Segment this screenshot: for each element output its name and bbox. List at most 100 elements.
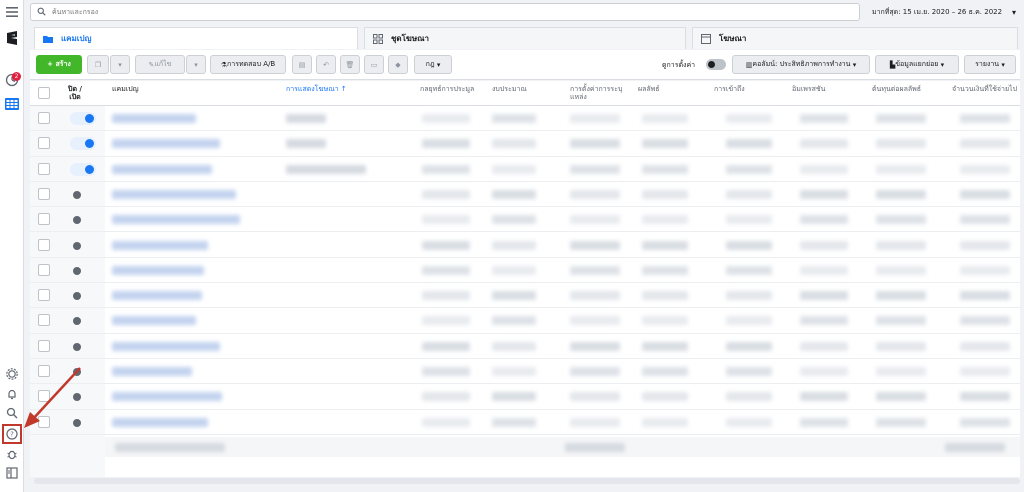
campaign-name-redacted[interactable] <box>112 114 196 123</box>
breakdown-dropdown[interactable]: ▙ ข้อมูลแยกย่อย ▾ <box>875 55 959 74</box>
header-reach[interactable]: การเข้าถึง <box>714 85 745 93</box>
header-budget[interactable]: งบประมาณ <box>492 85 527 93</box>
duplicate-button[interactable]: ❐ <box>87 55 109 74</box>
campaign-name-redacted[interactable] <box>112 240 208 250</box>
search-filter-bar[interactable] <box>30 3 860 21</box>
edit-button[interactable]: ✎ แก้ไข <box>135 55 185 74</box>
row-checkbox[interactable] <box>38 289 50 302</box>
table-row[interactable] <box>30 182 1020 208</box>
header-cost-per-result[interactable]: ต้นทุนต่อผลลัพธ์ <box>872 85 928 93</box>
row-checkbox[interactable] <box>38 137 50 150</box>
panel-icon[interactable] <box>4 465 20 481</box>
row-checkbox[interactable] <box>38 112 50 124</box>
campaign-name-redacted[interactable] <box>112 392 222 402</box>
header-campaign[interactable]: แคมเปญ <box>112 85 139 93</box>
table-row[interactable] <box>30 233 1020 258</box>
date-range-picker[interactable]: มากที่สุด: 15 เม.ย. 2020 – 26 ธ.ค. 2022 … <box>866 3 1020 21</box>
ads-manager-logo-icon[interactable] <box>4 30 20 46</box>
rules-dropdown[interactable]: กฎ ▾ <box>414 55 452 74</box>
row-checkbox[interactable] <box>38 187 50 200</box>
campaign-toggle[interactable] <box>70 162 96 176</box>
row-checkbox[interactable] <box>38 314 50 327</box>
toggle-knob <box>85 139 94 149</box>
header-impressions[interactable]: อิมเพรสชัน <box>792 85 825 93</box>
row-checkbox[interactable] <box>38 390 50 403</box>
campaign-name-redacted[interactable] <box>112 265 204 275</box>
header-attribution-setting[interactable]: การตั้งค่าการระบุแหล่ง <box>570 85 630 101</box>
search-input[interactable] <box>52 8 752 16</box>
chevron-down-icon: ▾ <box>194 60 198 69</box>
search-icon[interactable] <box>4 405 20 421</box>
row-checkbox[interactable] <box>38 238 50 251</box>
header-bid-strategy[interactable]: กลยุทธ์การประมูล <box>420 85 478 93</box>
create-button[interactable]: + สร้าง <box>36 55 82 74</box>
campaign-name-redacted[interactable] <box>112 417 208 427</box>
menu-icon[interactable] <box>4 4 20 20</box>
table-row[interactable] <box>30 410 1020 435</box>
campaign-name-redacted[interactable] <box>112 341 220 351</box>
metric-redacted <box>492 265 536 275</box>
header-results[interactable]: ผลลัพธ์ <box>638 85 660 93</box>
delete-button[interactable]: 🗑 <box>340 55 360 74</box>
rules-label: กฎ <box>425 60 435 68</box>
campaigns-table-icon[interactable] <box>4 96 20 112</box>
table-row[interactable] <box>30 106 1020 132</box>
row-checkbox[interactable] <box>38 415 50 428</box>
duplicate-dropdown-button[interactable]: ▾ <box>110 55 130 74</box>
horizontal-scrollbar[interactable] <box>34 478 1020 484</box>
undo-button[interactable]: ↶ <box>316 55 336 74</box>
metric-redacted <box>876 291 926 301</box>
table-row[interactable] <box>30 384 1020 410</box>
table-row[interactable] <box>30 131 1020 157</box>
header-amount-spent[interactable]: จำนวนเงินที่ใช้จ่ายไป <box>952 85 1018 93</box>
row-checkbox[interactable] <box>38 263 50 276</box>
tab-campaigns[interactable]: แคมเปญ <box>34 27 358 49</box>
metric-redacted <box>800 316 848 326</box>
table-row[interactable] <box>30 283 1020 309</box>
table-row[interactable] <box>30 258 1020 284</box>
campaign-name-redacted[interactable] <box>112 189 236 199</box>
metric-redacted <box>422 316 470 326</box>
tab-ads[interactable]: โฆษณา <box>692 27 1018 49</box>
campaign-toggle[interactable] <box>70 112 96 125</box>
metric-redacted <box>876 367 926 376</box>
campaign-name-redacted[interactable] <box>112 291 202 301</box>
select-all-checkbox[interactable] <box>38 87 50 99</box>
metric-redacted <box>570 114 620 123</box>
campaign-toggle[interactable] <box>70 137 96 151</box>
tag-button[interactable]: ◆ <box>388 55 408 74</box>
metric-redacted <box>642 316 688 326</box>
table-row[interactable] <box>30 207 1020 233</box>
ab-test-button[interactable]: ⚗ การทดสอบ A/B <box>210 55 286 74</box>
table-row[interactable] <box>30 334 1020 359</box>
tab-ad-sets[interactable]: ชุดโฆษณา <box>364 27 686 49</box>
campaign-toolbar: + สร้าง ❐ ▾ ✎ แก้ไข ▾ ⚗ การทดสอบ A/B ▤ ↶… <box>30 50 1020 80</box>
metric-redacted <box>800 240 848 250</box>
reports-dropdown[interactable]: รายงาน ▾ <box>964 55 1016 74</box>
gear-icon[interactable] <box>4 366 20 382</box>
campaign-name-redacted[interactable] <box>112 367 192 376</box>
row-checkbox[interactable] <box>38 213 50 226</box>
row-checkbox[interactable] <box>38 365 50 377</box>
header-delivery[interactable]: การแสดงโฆษณา ↑ <box>286 85 347 93</box>
view-setup-toggle[interactable] <box>706 59 726 70</box>
campaign-name-redacted[interactable] <box>112 215 240 225</box>
campaign-name-redacted[interactable] <box>112 164 212 174</box>
edit-dropdown-button[interactable]: ▾ <box>186 55 206 74</box>
campaign-name-redacted[interactable] <box>112 139 220 149</box>
create-label: + สร้าง <box>47 60 71 68</box>
bug-icon[interactable] <box>4 446 20 462</box>
preview-button[interactable]: ▭ <box>364 55 384 74</box>
clipboard-button[interactable]: ▤ <box>292 55 312 74</box>
table-row[interactable] <box>30 308 1020 334</box>
header-on-off[interactable]: ปิด / เปิด <box>62 85 88 101</box>
columns-dropdown[interactable]: ▥ คอลัมน์: ประสิทธิภาพการทำงาน ▾ <box>732 55 870 74</box>
ad-icon <box>701 33 711 44</box>
campaign-name-redacted[interactable] <box>112 316 196 326</box>
bell-icon[interactable] <box>4 386 20 402</box>
table-row[interactable] <box>30 359 1020 385</box>
row-checkbox[interactable] <box>38 339 50 352</box>
table-row[interactable] <box>30 157 1020 182</box>
row-checkbox[interactable] <box>38 162 50 175</box>
help-highlight-box <box>2 424 22 444</box>
